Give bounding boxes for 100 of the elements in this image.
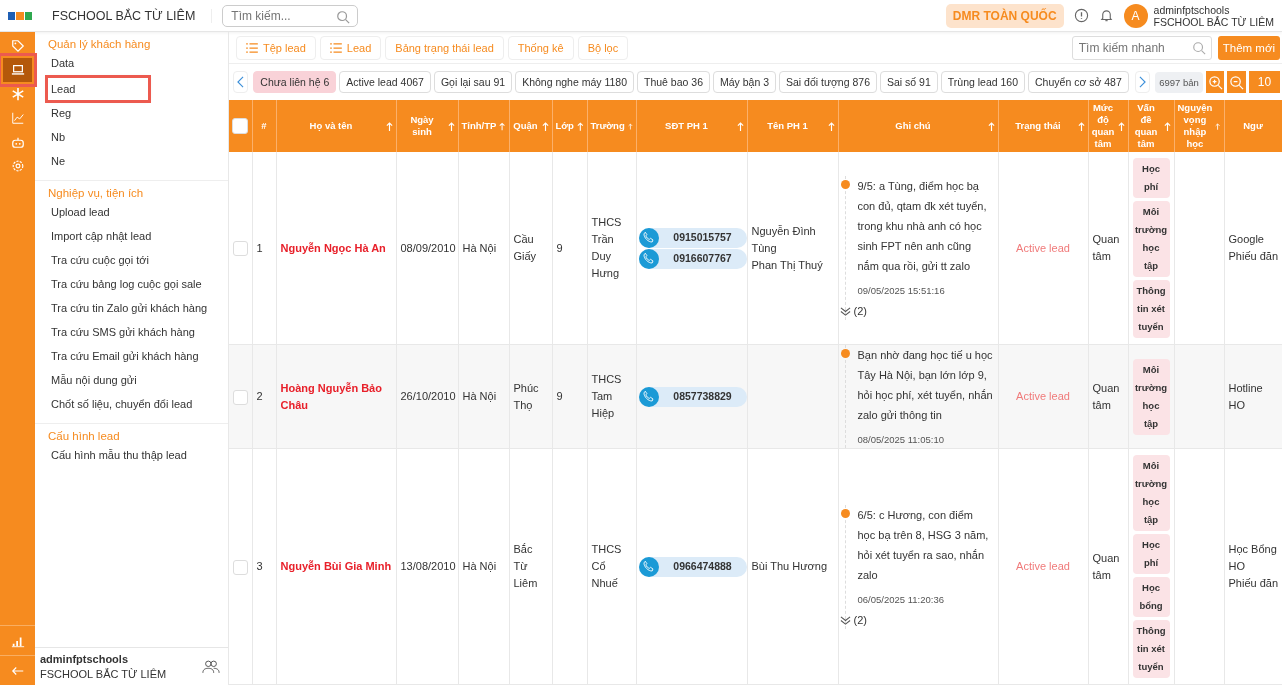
row-checkbox[interactable]	[233, 241, 248, 257]
laptop-icon	[10, 63, 25, 77]
phone-icon	[642, 560, 655, 573]
line-chart-icon	[10, 111, 25, 125]
filter-tab[interactable]: Gọi lại sau 91	[433, 71, 513, 94]
user-school: FSCHOOL BẮC TỪ LIÊM	[1153, 15, 1274, 28]
users-icon[interactable]	[202, 659, 220, 674]
search-field[interactable]: Tìm kiếm...	[222, 4, 359, 27]
zoom-out-icon	[1229, 74, 1245, 90]
table-cell-text: Google	[1228, 232, 1265, 247]
sort-icon[interactable]	[1215, 121, 1221, 131]
table-cell-text: Phiếu đăn	[1228, 576, 1280, 591]
concern-tag: Môi trường học tập	[1132, 201, 1170, 277]
phone-icon	[642, 252, 655, 265]
sort-icon[interactable]	[827, 121, 835, 131]
filter-tab[interactable]: Chưa liên hệ 6	[253, 71, 337, 94]
filter-tab[interactable]: Thuê bao 36	[637, 71, 710, 94]
sidebar-item[interactable]: Mẫu nội dung gửi	[48, 369, 148, 393]
filter-tab[interactable]: Không nghe máy 1180	[515, 71, 634, 94]
row-checkbox[interactable]	[233, 389, 248, 405]
sidebar-item[interactable]: Ne	[48, 150, 148, 174]
sort-icon[interactable]	[1117, 121, 1125, 131]
sort-icon[interactable]	[987, 121, 995, 131]
record-count: 6997 bản	[1155, 71, 1203, 93]
sidebar-item[interactable]: Upload lead	[48, 201, 148, 225]
note-time: 08/05/2025 11:05:10	[857, 433, 945, 447]
sort-icon[interactable]	[1163, 121, 1171, 131]
table-cell: 2	[256, 390, 263, 402]
footer-school-name: FSCHOOL BẮC TỪ LIÊM	[40, 666, 168, 682]
select-all-checkbox[interactable]	[232, 118, 249, 134]
more-notes-count[interactable]: (2)	[853, 303, 867, 320]
sidebar-item[interactable]: Tra cứu tin Zalo gửi khách hàng	[48, 297, 208, 321]
sort-icon[interactable]	[385, 121, 393, 131]
sidebar-item[interactable]: Tra cứu SMS gửi khách hàng	[48, 321, 195, 345]
concern-tag: Môi trường học tập	[1132, 358, 1170, 435]
phone-pill[interactable]: 0966474888	[638, 556, 747, 577]
user-name: adminfptschools	[1153, 3, 1231, 16]
status-text: Active lead	[1016, 241, 1070, 254]
info-icon[interactable]	[1073, 8, 1089, 23]
row-checkbox[interactable]	[233, 559, 248, 575]
sidebar-item[interactable]: Tra cứu cuộc gọi tới	[48, 249, 149, 273]
sidebar-item[interactable]: Lead	[48, 78, 148, 100]
sort-icon[interactable]	[447, 121, 455, 131]
filter-tab[interactable]: Chuyển cơ sở 487	[1028, 71, 1129, 94]
table-cell: Hà Nội	[462, 390, 497, 402]
search-icon	[1191, 40, 1206, 55]
lead-name-link[interactable]: Nguyễn Bùi Gia Minh	[280, 558, 392, 575]
more-notes-count[interactable]: (2)	[853, 611, 867, 629]
concern-tag: Môi trường học tập	[1132, 455, 1170, 531]
section-title: Quản lý khách hàng	[48, 38, 152, 52]
filter-tab[interactable]: Trùng lead 160	[940, 71, 1026, 94]
table-cell: 3	[256, 560, 263, 572]
sidebar-item[interactable]: Nb	[48, 126, 148, 150]
sidebar-item[interactable]: Import cập nhật lead	[48, 225, 152, 249]
note-text: Bạn nhờ đang học tiế u học Tây Hà Nội, bạn lớn lớp 9, hỏi học phí, xét tuyển, nhắn zalo gửi thông tin	[857, 348, 994, 423]
scroll-right-button[interactable]	[1134, 71, 1151, 94]
robot-icon	[10, 135, 25, 149]
double-chevron-down-icon[interactable]	[839, 306, 851, 317]
table-cell: 9	[556, 390, 563, 402]
table-cell-text: Phan Thị Thuý	[751, 257, 824, 273]
lead-name-link[interactable]: Nguyễn Ngọc Hà An	[280, 239, 392, 257]
filter-tab[interactable]: Máy bận 3	[713, 71, 776, 94]
table-cell: Phúc Thọ	[513, 381, 539, 411]
table-cell-text: Học Bổng	[1228, 542, 1278, 557]
scroll-left-button[interactable]	[233, 71, 249, 94]
quick-search-field[interactable]: Tìm kiếm nhanh	[1071, 35, 1212, 60]
sort-icon[interactable]	[499, 121, 506, 131]
list-icon	[329, 42, 342, 53]
sidebar-item[interactable]: Data	[48, 52, 148, 76]
sidebar-item[interactable]: Chốt số liệu, chuyển đổi lead	[48, 393, 193, 417]
sidebar-item[interactable]: Tra cứu Email gửi khách hàng	[48, 345, 199, 369]
filter-tab[interactable]: Active lead 4067	[339, 71, 431, 94]
search-icon	[336, 9, 351, 24]
table-cell: THCS Cổ Nhuế	[591, 543, 622, 589]
note-text: 6/5: c Hương, con điểm học bạ trên 8, HSG 3 năm, hỏi xét tuyển ra sao, nhắn zalo	[857, 507, 990, 583]
sidebar-item[interactable]: Cấu hình mẫu thu thập lead	[48, 444, 187, 468]
zoom-in-icon	[1207, 74, 1223, 90]
sort-icon[interactable]	[1077, 121, 1085, 131]
filter-tab[interactable]: Sai đối tượng 876	[779, 71, 877, 94]
zoom-in-button[interactable]	[1205, 71, 1225, 94]
footer-user-name: adminfptschools	[40, 651, 129, 667]
table-cell: THCS Trần Duy Hưng	[591, 216, 622, 279]
filter-tab[interactable]: Sai số 91	[880, 71, 938, 94]
sort-icon[interactable]	[576, 121, 584, 131]
phone-pill[interactable]: 0916607767	[638, 248, 747, 269]
table-cell-text: HO	[1228, 559, 1246, 574]
sidebar-item[interactable]: Reg	[48, 102, 148, 126]
table-cell-text: HO	[1228, 397, 1246, 413]
phone-pill[interactable]: 0915015757	[638, 227, 747, 248]
sidebar-item[interactable]: Tra cứu bảng log cuộc gọi sale	[48, 273, 202, 297]
phone-pill[interactable]: 0857738829	[638, 386, 747, 407]
sort-icon[interactable]	[541, 121, 549, 131]
note-dot-icon	[840, 508, 850, 518]
zoom-out-button[interactable]	[1227, 71, 1246, 94]
phone-icon	[642, 390, 655, 403]
sort-icon[interactable]	[627, 121, 633, 131]
sort-icon[interactable]	[736, 121, 744, 131]
bell-icon[interactable]	[1098, 8, 1114, 23]
double-chevron-down-icon[interactable]	[839, 614, 851, 626]
school-name: FSCHOOL BẮC TỪ LIÊM	[52, 8, 213, 23]
